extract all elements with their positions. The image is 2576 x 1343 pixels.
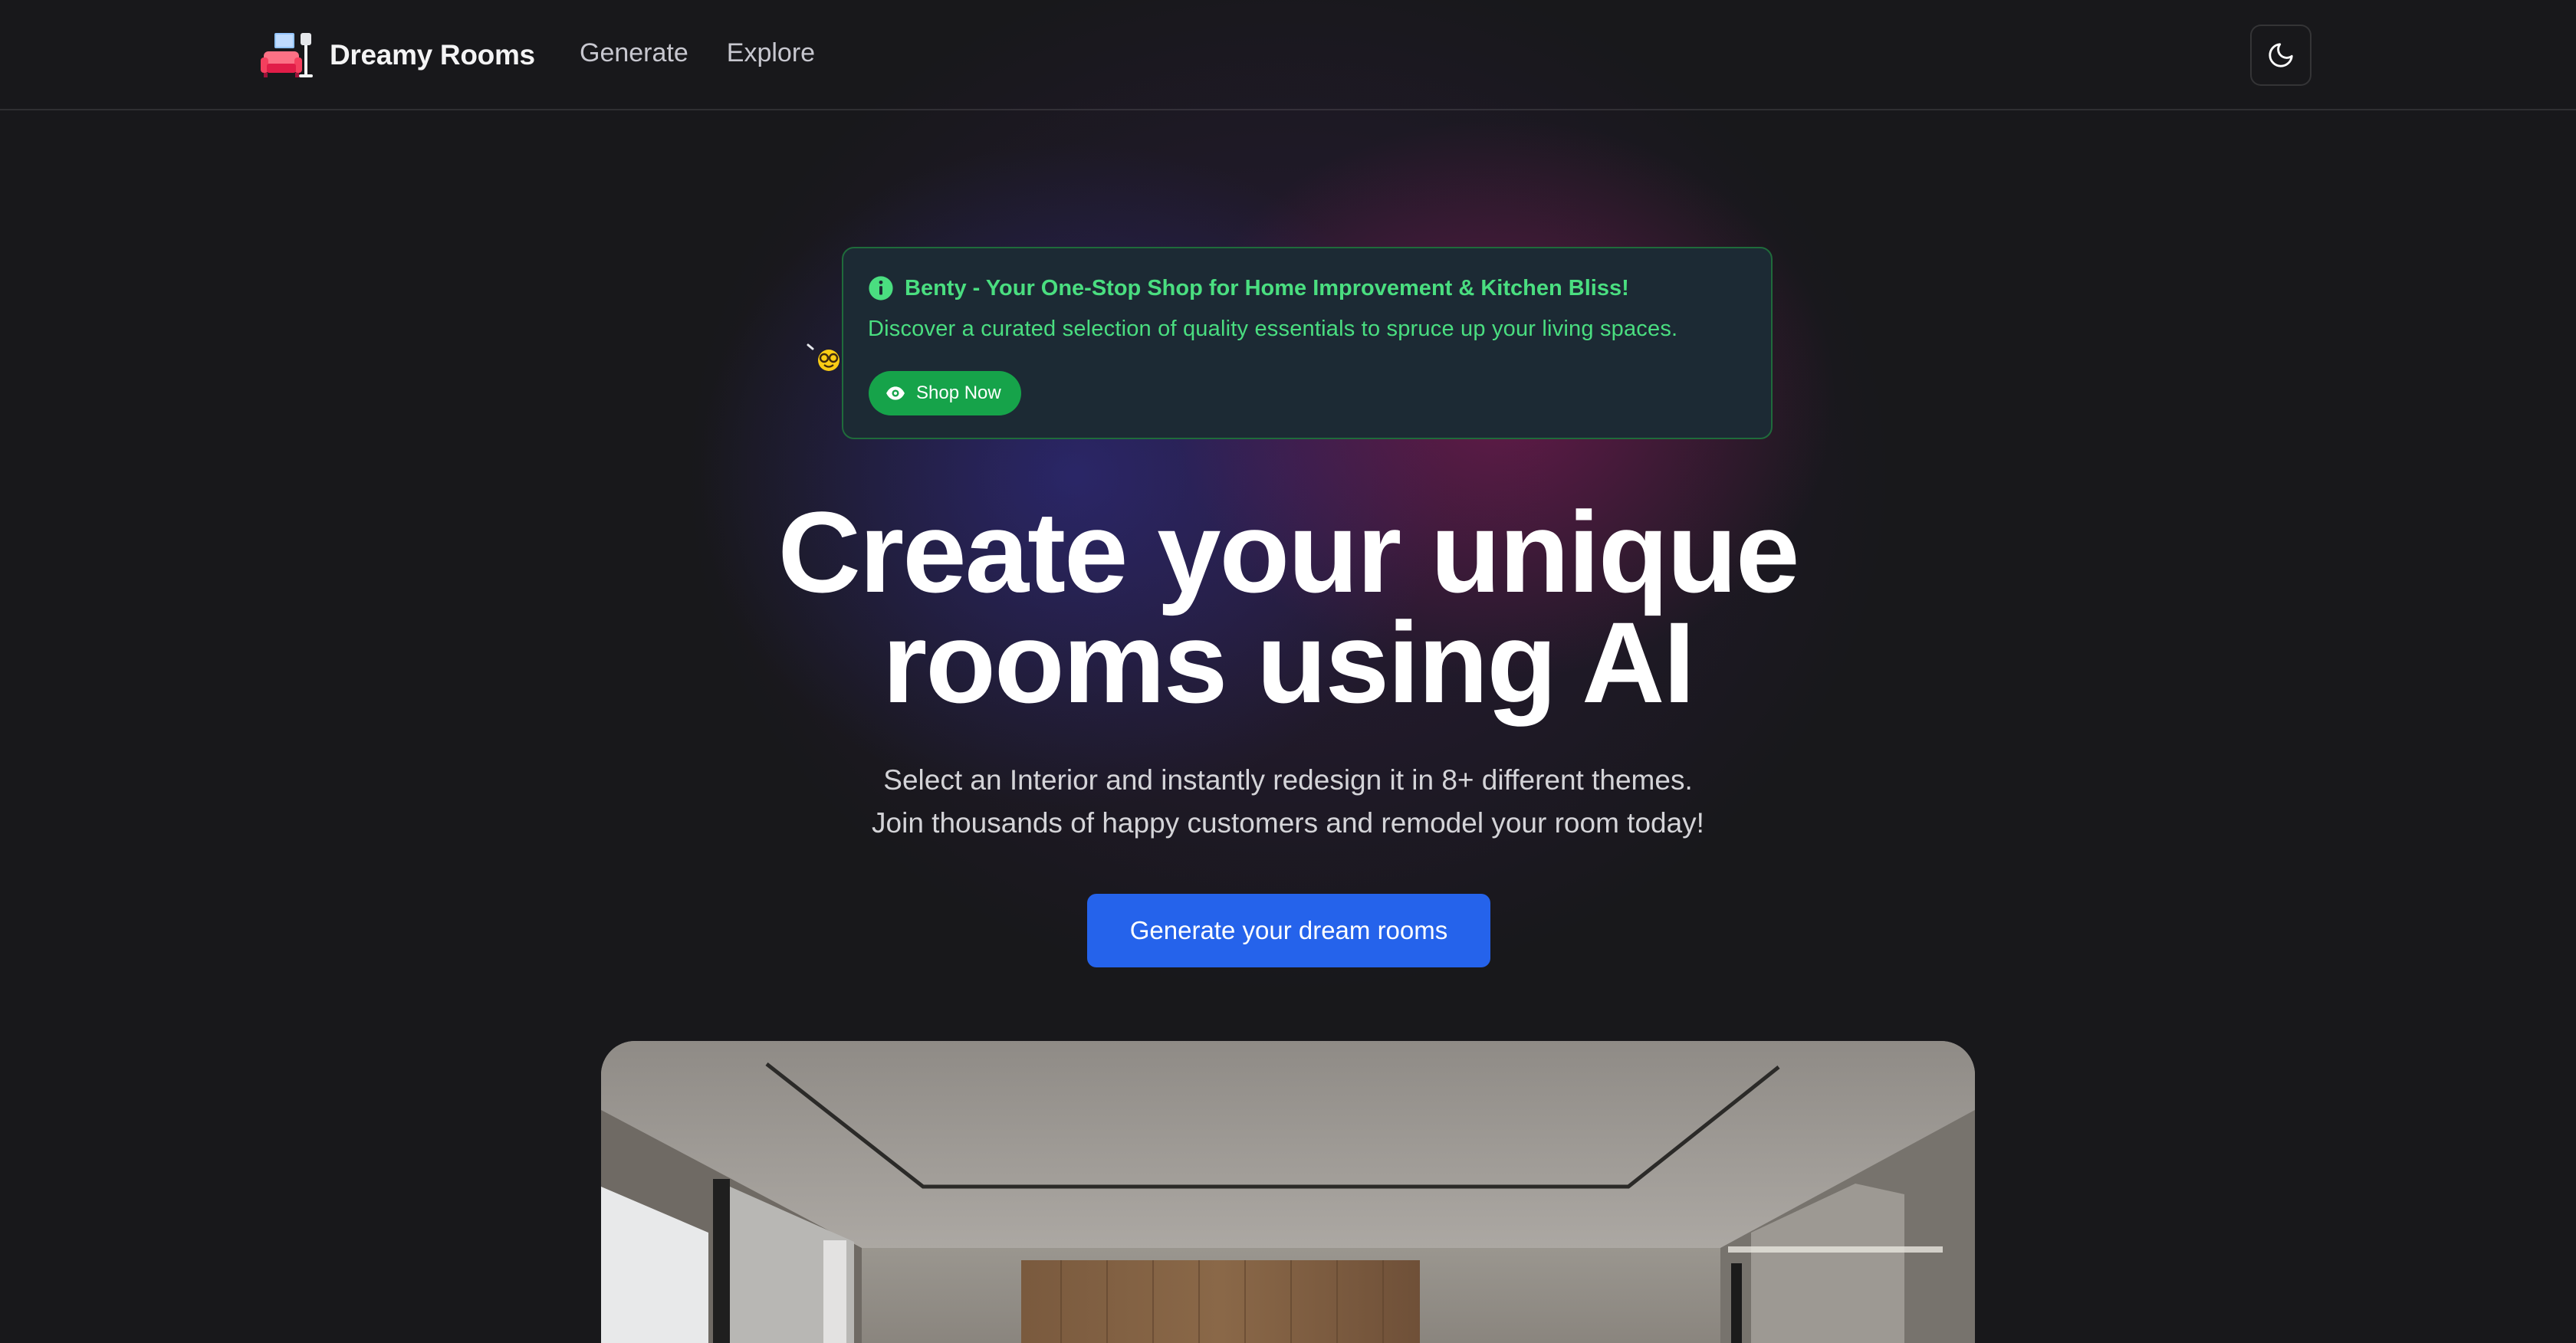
hero-title-line-2: rooms using AI [882,598,1695,727]
shop-now-label: Shop Now [916,383,1001,403]
eye-icon [886,386,905,400]
hero-subtitle: Select an Interior and instantly redesig… [0,759,2576,845]
info-icon [869,276,893,300]
nerd-face-emoji-icon [807,342,842,373]
hero-title: Create your unique rooms using AI [0,488,2576,727]
brand-title: Dreamy Rooms [330,39,535,71]
hero-subtitle-line-2: Join thousands of happy customers and re… [872,807,1704,839]
hero-title-line-1: Create your unique [777,488,1800,616]
hero-subtitle-line-1: Select an Interior and instantly redesig… [883,764,1693,796]
promo-banner: Benty - Your One-Stop Shop for Home Impr… [842,247,1773,439]
promo-title: Benty - Your One-Stop Shop for Home Impr… [905,275,1629,300]
moon-icon [2269,43,2293,67]
nav-explore[interactable]: Explore [727,38,815,68]
theme-toggle-button[interactable] [2250,25,2312,86]
sofa-lamp-icon [261,31,314,79]
brand[interactable]: Dreamy Rooms [261,29,535,81]
nav-generate[interactable]: Generate [580,38,688,68]
top-navbar: Dreamy Rooms Generate Explore [0,0,2576,110]
main-nav: Generate Explore [580,38,815,68]
room-preview-image [601,1041,1975,1343]
generate-dream-rooms-button[interactable]: Generate your dream rooms [1087,894,1490,967]
promo-description: Discover a curated selection of quality … [868,317,1678,341]
shop-now-button[interactable]: Shop Now [869,371,1021,415]
